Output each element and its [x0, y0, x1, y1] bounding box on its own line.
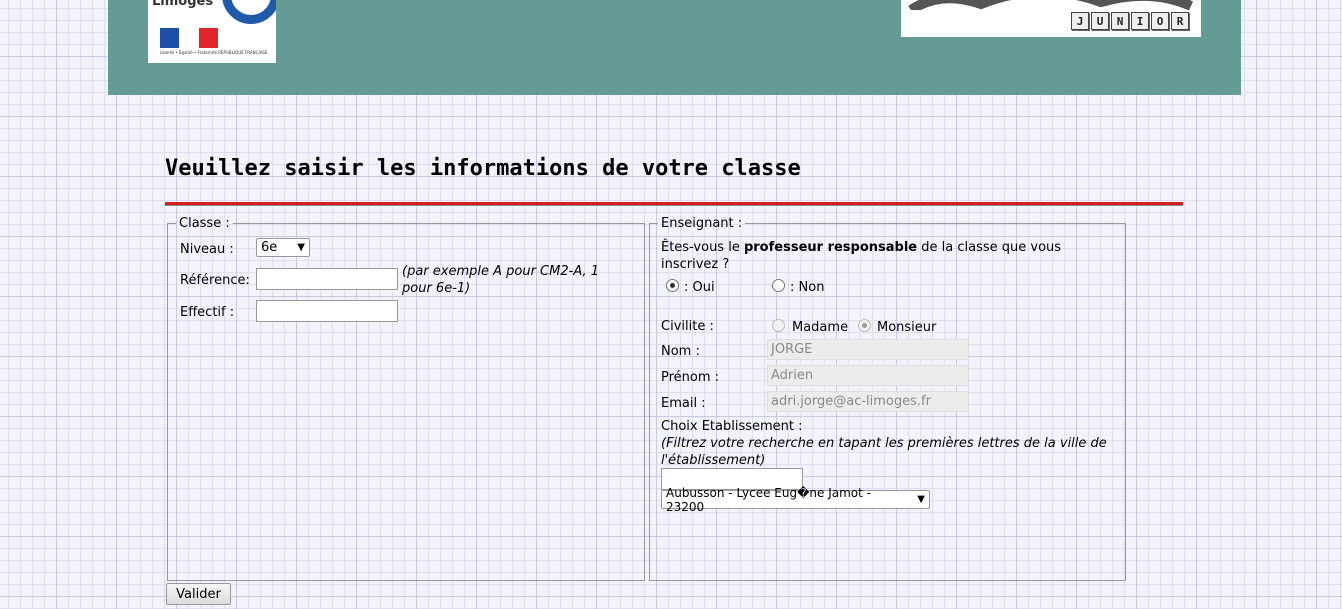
question-part1: Êtes-vous le	[661, 240, 744, 255]
title-rule	[165, 202, 1183, 206]
question-bold: professeur responsable	[743, 240, 918, 255]
valider-button[interactable]: Valider	[166, 583, 231, 605]
nom-label: Nom :	[661, 344, 700, 359]
junior-logo: J U N I O R	[901, 0, 1201, 37]
niveau-select-value: 6e	[261, 240, 278, 255]
chevron-down-icon: ▼	[297, 242, 305, 253]
republique-caption: Liberté • Égalité • Fraternité RÉPUBLIQU…	[160, 50, 268, 55]
effectif-label: Effectif :	[180, 305, 235, 320]
etablissement-select-value: Aubusson - Lycee Eug�ne Jamot - 23200	[666, 485, 871, 514]
junior-letter: R	[1171, 12, 1189, 30]
junior-letter: O	[1151, 12, 1169, 30]
junior-letter: I	[1131, 12, 1149, 30]
madame-radio[interactable]	[772, 319, 785, 332]
junior-letter: U	[1091, 12, 1109, 30]
monsieur-radio[interactable]	[858, 319, 871, 332]
oui-label: : Oui	[684, 280, 715, 295]
reference-label: Référence:	[180, 273, 250, 288]
responsable-question: Êtes-vous le professeur responsable de l…	[661, 239, 1111, 273]
prenom-label: Prénom :	[661, 370, 720, 385]
enseignant-legend: Enseignant :	[661, 216, 743, 231]
junior-letters: J U N I O R	[1071, 12, 1189, 30]
junior-logo-graphic	[908, 0, 1194, 10]
monsieur-label: Monsieur	[877, 320, 937, 335]
prenom-field[interactable]: Adrien	[767, 365, 969, 386]
reference-hint: (par exemple A pour CM2-A, 1 pour 6e-1)	[402, 264, 599, 296]
junior-letter: J	[1071, 12, 1089, 30]
academie-logo-text: Limoges	[152, 0, 214, 9]
academie-logo: Limoges Liberté • Égalité • Fraternité R…	[148, 0, 276, 63]
oui-radio[interactable]	[666, 279, 679, 292]
niveau-label: Niveau :	[180, 242, 234, 257]
non-radio[interactable]	[772, 279, 785, 292]
email-label: Email :	[661, 396, 706, 411]
etablissement-label: Choix Etablissement :	[661, 419, 803, 434]
reference-input[interactable]	[256, 268, 398, 290]
junior-letter: N	[1111, 12, 1129, 30]
effectif-input[interactable]	[256, 300, 398, 322]
madame-label: Madame	[792, 320, 849, 335]
email-field[interactable]: adri.jorge@ac-limoges.fr	[767, 391, 969, 412]
chevron-down-icon: ▼	[917, 494, 925, 505]
nom-field[interactable]: JORGE	[767, 339, 969, 360]
etablissement-hint: (Filtrez votre recherche en tapant les p…	[661, 436, 1107, 468]
classe-legend: Classe :	[179, 216, 230, 231]
etablissement-select[interactable]: Aubusson - Lycee Eug�ne Jamot - 23200 ▼	[661, 486, 930, 514]
academie-logo-circle	[222, 0, 276, 24]
page-title: Veuillez saisir les informations de votr…	[165, 156, 801, 181]
french-flag-icon	[160, 28, 218, 48]
non-label: : Non	[790, 280, 825, 295]
civilite-label: Civilite :	[661, 319, 714, 334]
niveau-select[interactable]: 6e ▼	[256, 238, 310, 257]
